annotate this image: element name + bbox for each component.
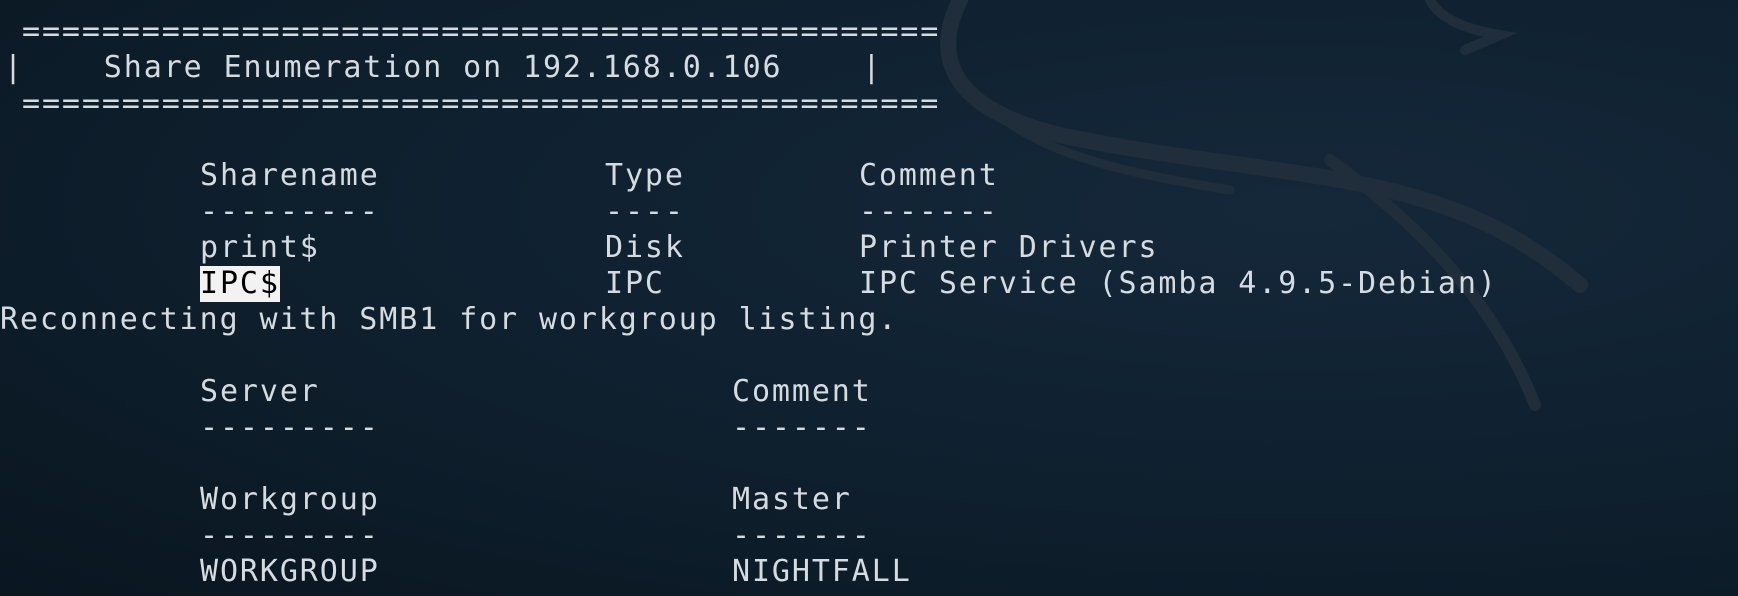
servers-header-row: Server Comment bbox=[0, 374, 870, 410]
terminal-text: ========================================… bbox=[22, 14, 941, 49]
share-name: print$ bbox=[200, 230, 320, 265]
col-header-workgroup: Workgroup bbox=[200, 482, 380, 517]
col-header-server-comment: Comment bbox=[732, 374, 872, 409]
workgroups-dash-row: --------- ------- bbox=[0, 518, 870, 554]
share-type: Disk bbox=[605, 230, 685, 265]
reconnect-message: Reconnecting with SMB1 for workgroup lis… bbox=[0, 302, 896, 338]
col-header-sharename: Sharename bbox=[200, 158, 380, 193]
selected-share-name[interactable]: IPC$ bbox=[200, 266, 280, 302]
banner-rule-top: ========================================… bbox=[0, 14, 938, 50]
terminal-text: --------- bbox=[200, 410, 380, 445]
workgroup-master: NIGHTFALL bbox=[732, 554, 912, 589]
shares-dash-row: --------- ---- ------- bbox=[0, 194, 997, 230]
col-header-type: Type bbox=[605, 158, 685, 193]
table-row: IPC$ IPC IPC Service (Samba 4.9.5-Debian… bbox=[0, 266, 1496, 302]
banner-rule-bottom: ========================================… bbox=[0, 86, 938, 122]
table-row: print$ Disk Printer Drivers bbox=[0, 230, 1157, 266]
terminal-text: ---- bbox=[605, 194, 685, 229]
terminal-text: --------- bbox=[200, 518, 380, 553]
servers-dash-row: --------- ------- bbox=[0, 410, 870, 446]
terminal-text: ------- bbox=[732, 410, 872, 445]
terminal-window[interactable]: ========================================… bbox=[0, 0, 1738, 596]
col-header-master: Master bbox=[732, 482, 852, 517]
terminal-text: ========================================… bbox=[22, 86, 941, 121]
workgroup-name: WORKGROUP bbox=[200, 554, 380, 589]
col-header-comment: Comment bbox=[859, 158, 999, 193]
terminal-text: --------- bbox=[200, 194, 380, 229]
terminal-text: ------- bbox=[732, 518, 872, 553]
shares-header-row: Sharename Type Comment bbox=[0, 158, 997, 194]
workgroups-header-row: Workgroup Master bbox=[0, 482, 850, 518]
share-comment: IPC Service (Samba 4.9.5-Debian) bbox=[859, 266, 1498, 301]
terminal-text: Reconnecting with SMB1 for workgroup lis… bbox=[0, 302, 899, 337]
table-row: WORKGROUP NIGHTFALL bbox=[0, 554, 910, 590]
col-header-server: Server bbox=[200, 374, 320, 409]
terminal-text: ------- bbox=[859, 194, 999, 229]
banner-title-line: | Share Enumeration on 192.168.0.106 | bbox=[0, 50, 880, 86]
terminal-text: | Share Enumeration on 192.168.0.106 | bbox=[4, 50, 883, 85]
share-type: IPC bbox=[605, 266, 665, 301]
share-comment: Printer Drivers bbox=[859, 230, 1159, 265]
